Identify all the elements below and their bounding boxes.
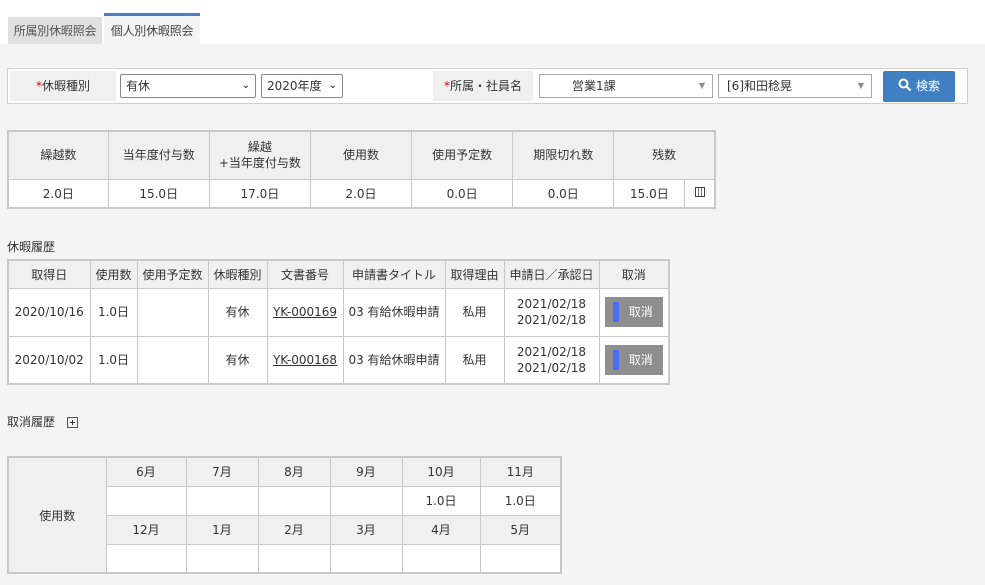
month-value: [105, 485, 187, 516]
col-doc: 文書番号: [266, 259, 344, 289]
triangle-down-icon: ▼: [857, 81, 864, 90]
col-date: 取得日: [7, 259, 91, 289]
month-header: 6月: [105, 456, 187, 487]
col-reason: 取得理由: [444, 259, 505, 289]
chevron-down-icon: ⌄: [328, 80, 337, 91]
col-applied: 申請日／承認日: [503, 259, 600, 289]
month-header: 3月: [329, 514, 403, 545]
header-carryover: 繰越数: [7, 130, 109, 180]
total-value: 17.0日: [208, 178, 311, 209]
row-reason: 私用: [444, 287, 505, 337]
month-header: 7月: [185, 456, 259, 487]
month-header: 5月: [479, 514, 562, 545]
header-used: 使用数: [309, 130, 413, 180]
month-value: [401, 543, 481, 574]
used-value: 2.0日: [309, 178, 413, 209]
expand-plus-icon[interactable]: [67, 417, 79, 428]
remaining-value: 15.0日: [613, 178, 686, 209]
month-value: 1.0日: [401, 485, 481, 516]
row-planned: [136, 287, 209, 337]
calendar-cell[interactable]: [684, 178, 716, 209]
calendar-icon[interactable]: [694, 187, 705, 198]
month-header: 1月: [185, 514, 259, 545]
header-planned: 使用予定数: [411, 130, 514, 180]
month-header: 12月: [105, 514, 187, 545]
month-header: 2月: [257, 514, 331, 545]
search-button[interactable]: 検索: [883, 71, 955, 102]
month-header: 4月: [401, 514, 481, 545]
row-doc: YK-000168: [266, 335, 344, 385]
tab-personal-leave[interactable]: 個人別休暇照会: [104, 13, 200, 44]
year-select[interactable]: 2020年度 ⌄: [261, 74, 343, 98]
row-reason: 私用: [444, 335, 505, 385]
triangle-down-icon: ▼: [698, 81, 705, 90]
row-doc: YK-000169: [266, 287, 344, 337]
cancel-history-title: 取消履歴: [7, 413, 79, 430]
header-total: 繰越 +当年度付与数: [208, 130, 311, 180]
row-used: 1.0日: [89, 335, 138, 385]
month-header: 8月: [257, 456, 331, 487]
col-title: 申請書タイトル: [342, 259, 446, 289]
col-cancel: 取消: [598, 259, 670, 289]
summary-table: 繰越数 当年度付与数 繰越 +当年度付与数 使用数 使用予定数 期限切れ数 残数…: [7, 130, 716, 209]
month-header: 10月: [401, 456, 481, 487]
header-remaining: 残数: [613, 130, 716, 180]
row-title: 03 有給休暇申請: [342, 287, 446, 337]
row-used: 1.0日: [89, 287, 138, 337]
month-value: [257, 543, 331, 574]
table-row: 2020/10/16 1.0日 有休 YK-000169 03 有給休暇申請 私…: [7, 287, 670, 337]
row-cancel: 取消: [598, 287, 670, 337]
month-value: [257, 485, 331, 516]
month-header: 11月: [479, 456, 562, 487]
planned-value: 0.0日: [411, 178, 514, 209]
search-icon: [898, 78, 912, 92]
header-granted: 当年度付与数: [107, 130, 210, 180]
row-type: 有休: [207, 287, 268, 337]
col-used: 使用数: [89, 259, 138, 289]
row-date: 2020/10/02: [7, 335, 91, 385]
leave-type-select[interactable]: 有休 ⌄: [120, 74, 256, 98]
expired-value: 0.0日: [512, 178, 615, 209]
month-value: [105, 543, 187, 574]
tab-dept-leave[interactable]: 所属別休暇照会: [8, 17, 102, 44]
row-title: 03 有給休暇申請: [342, 335, 446, 385]
month-value: [329, 485, 403, 516]
month-value: [185, 485, 259, 516]
doc-link[interactable]: YK-000169: [273, 305, 337, 319]
row-planned: [136, 335, 209, 385]
monthly-row-label: 使用数: [7, 456, 107, 574]
month-value: [479, 543, 562, 574]
monthly-usage-table: 使用数 6月 7月 8月 9月 10月 11月 1.0日 1.0日 12月 1月…: [7, 456, 562, 574]
table-row: 2020/10/02 1.0日 有休 YK-000168 03 有給休暇申請 私…: [7, 335, 670, 385]
col-planned: 使用予定数: [136, 259, 209, 289]
row-date: 2020/10/16: [7, 287, 91, 337]
month-header: 9月: [329, 456, 403, 487]
header-expired: 期限切れ数: [512, 130, 615, 180]
row-type: 有休: [207, 335, 268, 385]
dept-employee-label: *所属・社員名: [433, 71, 533, 101]
chevron-down-icon: ⌄: [241, 80, 250, 91]
month-value: [185, 543, 259, 574]
month-value: 1.0日: [479, 485, 562, 516]
row-dates: 2021/02/18 2021/02/18: [503, 335, 600, 385]
tab-bar: 所属別休暇照会 個人別休暇照会: [0, 0, 985, 44]
carryover-value: 2.0日: [7, 178, 109, 209]
granted-value: 15.0日: [107, 178, 210, 209]
leave-type-label: *休暇種別: [10, 71, 116, 101]
row-dates: 2021/02/18 2021/02/18: [503, 287, 600, 337]
doc-link[interactable]: YK-000168: [273, 353, 337, 367]
col-type: 休暇種別: [207, 259, 268, 289]
filter-bar: *休暇種別 有休 ⌄ 2020年度 ⌄ *所属・社員名 営業1課 ▼ [6]和田稔晃 ▼…: [7, 68, 968, 104]
history-table: 取得日 使用数 使用予定数 休暇種別 文書番号 申請書タイトル 取得理由 申請日…: [7, 259, 670, 385]
month-value: [329, 543, 403, 574]
dept-select[interactable]: 営業1課 ▼: [539, 74, 713, 98]
row-cancel: 取消: [598, 335, 670, 385]
history-title: 休暇履歴: [7, 240, 56, 254]
employee-select[interactable]: [6]和田稔晃 ▼: [718, 74, 872, 98]
cancel-button[interactable]: 取消: [604, 297, 663, 327]
cancel-button[interactable]: 取消: [604, 344, 663, 375]
